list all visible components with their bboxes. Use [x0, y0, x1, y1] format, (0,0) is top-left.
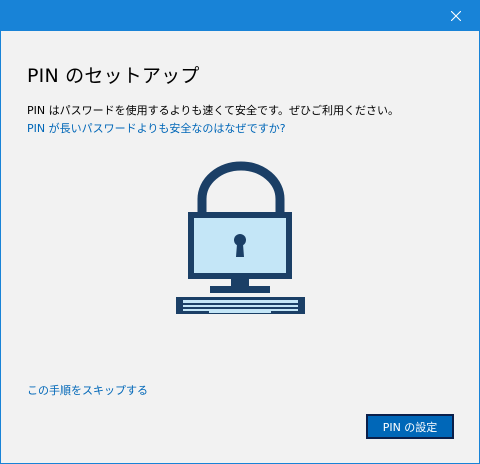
lock-shackle: [197, 161, 285, 213]
dialog-heading: PIN のセットアップ: [27, 65, 200, 87]
monitor-neck: [231, 279, 249, 286]
title-bar: [1, 1, 479, 31]
dialog-description: PIN はパスワードを使用するよりも速くて安全です。ぜひご利用ください。: [27, 104, 399, 117]
pin-setup-dialog: PIN のセットアップ PIN はパスワードを使用するよりも速くて安全です。ぜひ…: [0, 0, 480, 464]
close-button[interactable]: [433, 1, 479, 31]
keyhole-slot: [236, 244, 244, 257]
close-icon: [451, 11, 461, 21]
lock-computer-icon: [176, 161, 305, 314]
monitor-base: [210, 286, 270, 293]
set-pin-button[interactable]: PIN の設定: [366, 414, 454, 439]
why-pin-safer-link[interactable]: PIN が長いパスワードよりも安全なのはなぜですか?: [27, 120, 286, 136]
skip-step-link[interactable]: この手順をスキップする: [27, 382, 148, 398]
